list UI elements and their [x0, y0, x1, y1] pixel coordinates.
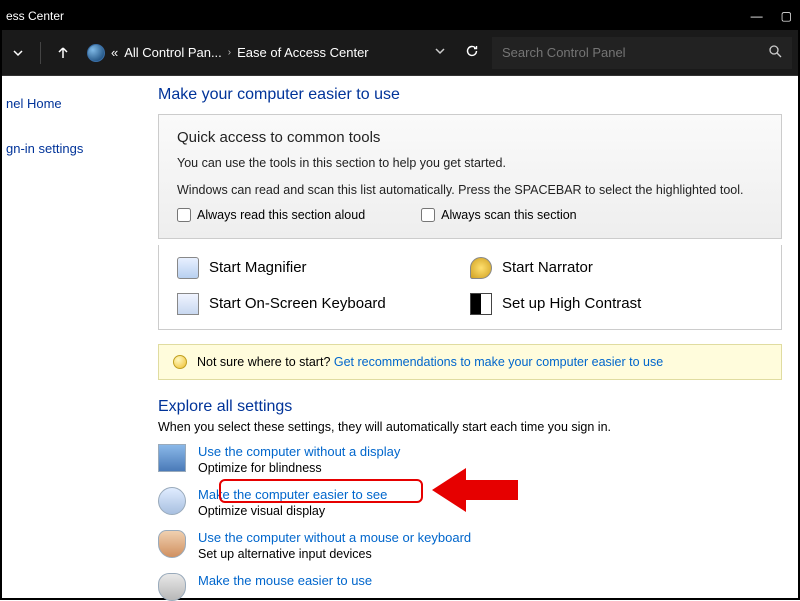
breadcrumb-item[interactable]: All Control Pan...: [124, 45, 222, 60]
breadcrumb-prefix: «: [111, 45, 118, 60]
tool-osk[interactable]: Start On-Screen Keyboard: [177, 293, 470, 315]
nav-divider: [40, 42, 41, 64]
breadcrumb-dropdown[interactable]: [428, 45, 452, 60]
maximize-icon[interactable]: ▢: [781, 9, 792, 23]
tool-label: Start Narrator: [502, 259, 593, 276]
explore-link[interactable]: Use the computer without a mouse or keyb…: [198, 530, 471, 545]
always-read-checkbox[interactable]: Always read this section aloud: [177, 208, 365, 222]
breadcrumb-item[interactable]: Ease of Access Center: [237, 45, 369, 60]
back-button[interactable]: [8, 43, 28, 63]
checkbox-label: Always scan this section: [441, 208, 576, 222]
magnifier-icon: [177, 257, 199, 279]
search-icon[interactable]: [768, 44, 782, 61]
explore-settings: Explore all settings When you select the…: [158, 398, 782, 601]
explore-subtext: When you select these settings, they wil…: [158, 420, 782, 434]
quick-access-line: Windows can read and scan this list auto…: [177, 181, 763, 200]
tool-label: Start On-Screen Keyboard: [209, 295, 386, 312]
up-button[interactable]: [53, 43, 73, 63]
quick-access-box: Quick access to common tools You can use…: [158, 114, 782, 239]
quick-access-line: You can use the tools in this section to…: [177, 154, 763, 173]
chevron-down-icon: [11, 46, 25, 60]
breadcrumb[interactable]: « All Control Pan... › Ease of Access Ce…: [81, 37, 420, 69]
explore-item-without-display: Use the computer without a display Optim…: [158, 444, 782, 475]
always-scan-checkbox[interactable]: Always scan this section: [421, 208, 576, 222]
tool-label: Start Magnifier: [209, 259, 307, 276]
explore-item-easier-to-see: Make the computer easier to see Optimize…: [158, 487, 782, 518]
recommendations-link[interactable]: Get recommendations to make your compute…: [334, 355, 663, 369]
window-title: ess Center: [2, 9, 64, 23]
chevron-right-icon: ›: [228, 47, 231, 58]
arrow-up-icon: [56, 46, 70, 60]
explore-item-mouse-easier: Make the mouse easier to use: [158, 573, 782, 601]
tools-grid: Start Magnifier Start Narrator Start On-…: [158, 245, 782, 330]
refresh-button[interactable]: [460, 43, 484, 62]
control-panel-icon: [87, 44, 105, 62]
explore-heading: Explore all settings: [158, 398, 782, 416]
search-input[interactable]: [502, 45, 768, 60]
explore-link[interactable]: Use the computer without a display: [198, 444, 400, 459]
chevron-down-icon: [434, 45, 446, 57]
window-controls: — ▢: [751, 9, 792, 23]
explore-desc: Set up alternative input devices: [198, 547, 471, 561]
explore-link[interactable]: Make the mouse easier to use: [198, 573, 372, 588]
explore-desc: Optimize for blindness: [198, 461, 400, 475]
main-panel: Make your computer easier to use Quick a…: [142, 76, 798, 598]
checkbox-label: Always read this section aloud: [197, 208, 365, 222]
checkbox-input[interactable]: [177, 208, 191, 222]
minimize-icon[interactable]: —: [751, 9, 763, 23]
narrator-icon: [470, 257, 492, 279]
hint-text: Not sure where to start? Get recommendat…: [197, 355, 663, 369]
display-icon: [158, 444, 186, 472]
search-box[interactable]: [492, 37, 792, 69]
recommendations-hint: Not sure where to start? Get recommendat…: [158, 344, 782, 380]
content-area: nel Home gn-in settings Make your comput…: [2, 76, 798, 598]
contrast-icon: [470, 293, 492, 315]
checkbox-input[interactable]: [421, 208, 435, 222]
hint-prefix: Not sure where to start?: [197, 355, 334, 369]
keyboard-icon: [177, 293, 199, 315]
tool-label: Set up High Contrast: [502, 295, 641, 312]
page-heading: Make your computer easier to use: [158, 86, 782, 104]
refresh-icon: [464, 43, 480, 59]
sidebar-item-home[interactable]: nel Home: [2, 90, 142, 117]
mouse-icon: [158, 573, 186, 601]
tool-magnifier[interactable]: Start Magnifier: [177, 257, 470, 279]
person-speaking-icon: [158, 530, 186, 558]
magnify-screen-icon: [158, 487, 186, 515]
explore-desc: Optimize visual display: [198, 504, 387, 518]
sidebar: nel Home gn-in settings: [2, 76, 142, 598]
title-bar: ess Center — ▢: [2, 2, 798, 30]
explore-item-without-mouse-keyboard: Use the computer without a mouse or keyb…: [158, 530, 782, 561]
lightbulb-icon: [173, 355, 187, 369]
tool-narrator[interactable]: Start Narrator: [470, 257, 763, 279]
navigation-bar: « All Control Pan... › Ease of Access Ce…: [2, 30, 798, 76]
explore-link[interactable]: Make the computer easier to see: [198, 487, 387, 502]
sidebar-item-signin[interactable]: gn-in settings: [2, 135, 142, 162]
quick-access-title: Quick access to common tools: [177, 129, 763, 146]
tool-high-contrast[interactable]: Set up High Contrast: [470, 293, 763, 315]
